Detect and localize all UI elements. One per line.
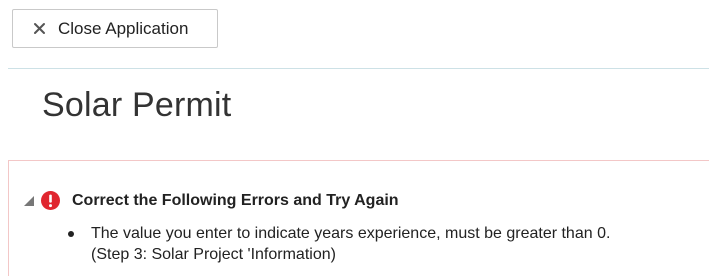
page-title: Solar Permit [42, 86, 232, 124]
error-message: The value you enter to indicate years ex… [91, 225, 611, 242]
close-application-button[interactable]: Close Application [12, 9, 218, 48]
error-summary-header: Correct the Following Errors and Try Aga… [23, 191, 399, 210]
error-summary-panel: Correct the Following Errors and Try Aga… [8, 160, 709, 276]
error-step-reference: (Step 3: Solar Project 'Information) [91, 246, 336, 263]
close-icon [33, 22, 46, 35]
page: Close Application Solar Permit Correct t… [0, 0, 709, 276]
error-list-item[interactable]: The value you enter to indicate years ex… [67, 223, 610, 265]
bullet-icon [68, 231, 74, 237]
error-exclamation-icon [41, 191, 60, 210]
error-list: The value you enter to indicate years ex… [67, 223, 610, 265]
close-application-label: Close Application [58, 18, 189, 38]
collapse-triangle-icon[interactable] [23, 195, 35, 207]
header-divider [8, 68, 709, 69]
error-summary-title: Correct the Following Errors and Try Aga… [72, 191, 399, 209]
